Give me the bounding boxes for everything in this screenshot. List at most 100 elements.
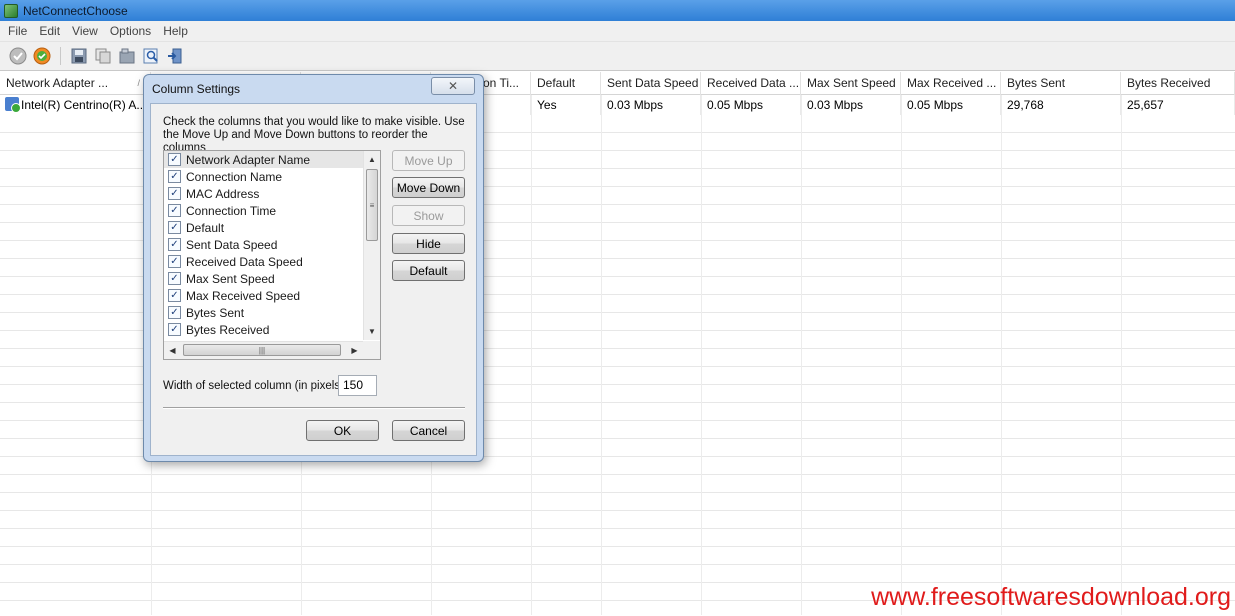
grid-divider	[601, 95, 602, 615]
grid-divider	[531, 95, 532, 615]
list-item-label: Connection Time	[186, 203, 277, 218]
list-item-label: Max Received Speed	[186, 288, 301, 303]
cell-max-received: 0.05 Mbps	[901, 95, 1001, 115]
list-item[interactable]: ✓ Network Adapter Name	[164, 151, 363, 168]
hide-button[interactable]: Hide	[392, 233, 465, 254]
checkbox[interactable]: ✓	[168, 170, 181, 183]
cell-max-sent: 0.03 Mbps	[801, 95, 901, 115]
network-adapter-icon	[5, 97, 21, 113]
col-received-data-speed[interactable]: Received Data ...	[701, 72, 801, 95]
exit-icon[interactable]	[165, 46, 185, 66]
list-item[interactable]: ✓ Max Sent Speed	[164, 270, 363, 287]
list-item[interactable]: ✓ Connection Time	[164, 202, 363, 219]
disconnect-icon[interactable]	[8, 46, 28, 66]
checkbox[interactable]: ✓	[168, 272, 181, 285]
checkbox[interactable]: ✓	[168, 289, 181, 302]
menu-bar: File Edit View Options Help	[0, 21, 1235, 42]
col-bytes-sent[interactable]: Bytes Sent	[1001, 72, 1121, 95]
dialog-title: Column Settings	[152, 82, 241, 96]
close-icon[interactable]: ✕	[431, 77, 475, 95]
list-item[interactable]: ✓ Connection Name	[164, 168, 363, 185]
cell-bytes-sent: 29,768	[1001, 95, 1121, 115]
ok-button[interactable]: OK	[306, 420, 379, 441]
col-sent-data-speed[interactable]: Sent Data Speed	[601, 72, 701, 95]
toolbar	[0, 42, 1235, 71]
cancel-button[interactable]: Cancel	[392, 420, 465, 441]
menu-view[interactable]: View	[66, 24, 104, 38]
move-up-button[interactable]: Move Up	[392, 150, 465, 171]
list-item-label: Received Data Speed	[186, 254, 303, 269]
separator	[163, 407, 465, 409]
window-title: NetConnectChoose	[23, 3, 128, 18]
checkbox[interactable]: ✓	[168, 238, 181, 251]
menu-options[interactable]: Options	[104, 24, 157, 38]
column-width-input[interactable]: 150	[338, 375, 377, 396]
columns-listbox[interactable]: ✓ Network Adapter Name ✓ Connection Name ✓…	[163, 150, 381, 360]
checkbox[interactable]: ✓	[168, 323, 181, 336]
connect-icon[interactable]	[32, 46, 52, 66]
column-settings-dialog: Column Settings ✕ Check the columns that…	[143, 74, 484, 462]
cell-received-speed: 0.05 Mbps	[701, 95, 801, 115]
menu-edit[interactable]: Edit	[33, 24, 66, 38]
width-label: Width of selected column (in pixels):	[163, 380, 348, 392]
scroll-corner	[363, 341, 380, 359]
default-button[interactable]: Default	[392, 260, 465, 281]
list-item-label: Connection Name	[186, 169, 283, 184]
scroll-up-icon[interactable]: ▲	[364, 151, 380, 168]
list-item[interactable]: ✓ Received Data Speed	[164, 253, 363, 270]
cell-bytes-received: 25,657	[1121, 95, 1235, 115]
cell-sent-speed: 0.03 Mbps	[601, 95, 701, 115]
horizontal-scrollbar[interactable]: ◀ ||| ▶	[164, 341, 363, 359]
sort-icon: /	[137, 78, 140, 88]
checkbox[interactable]: ✓	[168, 221, 181, 234]
col-max-received-speed[interactable]: Max Received ...	[901, 72, 1001, 95]
cell-adapter: Intel(R) Centrino(R) A...	[0, 95, 151, 115]
move-down-button[interactable]: Move Down	[392, 177, 465, 198]
list-item[interactable]: ✓ Max Received Speed	[164, 287, 363, 304]
properties-icon[interactable]	[117, 46, 137, 66]
col-max-sent-speed[interactable]: Max Sent Speed	[801, 72, 901, 95]
grid-divider	[801, 95, 802, 615]
dialog-body: Check the columns that you would like to…	[150, 103, 477, 456]
checkbox[interactable]: ✓	[168, 187, 181, 200]
checkbox[interactable]: ✓	[168, 153, 181, 166]
scroll-right-icon[interactable]: ▶	[346, 342, 363, 359]
list-item-label: Bytes Sent	[186, 305, 245, 320]
list-item[interactable]: ✓ Default	[164, 219, 363, 236]
grid-divider	[1001, 95, 1002, 615]
list-item[interactable]: ✓ Bytes Sent	[164, 304, 363, 321]
vertical-scrollbar[interactable]: ▲ ≡ ▼	[363, 151, 380, 340]
grid-divider	[901, 95, 902, 615]
col-label: Network Adapter ...	[6, 76, 109, 90]
show-button[interactable]: Show	[392, 205, 465, 226]
cell-adapter-text: Intel(R) Centrino(R) A...	[21, 98, 147, 112]
checkbox[interactable]: ✓	[168, 255, 181, 268]
app-icon	[4, 3, 18, 18]
columns-list: ✓ Network Adapter Name ✓ Connection Name ✓…	[164, 151, 363, 340]
list-item-label: Sent Data Speed	[186, 237, 278, 252]
grid-divider	[1121, 95, 1122, 615]
watermark-text: www.freesoftwaresdownload.org	[871, 583, 1231, 611]
list-item[interactable]: ✓ Bytes Received	[164, 321, 363, 338]
list-item-label: Bytes Received	[186, 322, 270, 337]
scroll-thumb[interactable]: |||	[183, 344, 341, 356]
list-item-label: Max Sent Speed	[186, 271, 275, 286]
scroll-down-icon[interactable]: ▼	[364, 323, 380, 340]
col-network-adapter[interactable]: Network Adapter ... /	[0, 72, 151, 95]
menu-file[interactable]: File	[2, 24, 33, 38]
scroll-thumb[interactable]: ≡	[366, 169, 378, 241]
scroll-left-icon[interactable]: ◀	[164, 342, 181, 359]
find-icon[interactable]	[141, 46, 161, 66]
list-item-label: Default	[186, 220, 225, 235]
checkbox[interactable]: ✓	[168, 306, 181, 319]
col-default[interactable]: Default	[531, 72, 601, 95]
list-item[interactable]: ✓ MAC Address	[164, 185, 363, 202]
save-icon[interactable]	[69, 46, 89, 66]
list-item-label: MAC Address	[186, 186, 260, 201]
copy-icon[interactable]	[93, 46, 113, 66]
col-bytes-received[interactable]: Bytes Received	[1121, 72, 1235, 95]
list-item[interactable]: ✓ Sent Data Speed	[164, 236, 363, 253]
title-bar: NetConnectChoose	[0, 0, 1235, 21]
checkbox[interactable]: ✓	[168, 204, 181, 217]
menu-help[interactable]: Help	[157, 24, 194, 38]
